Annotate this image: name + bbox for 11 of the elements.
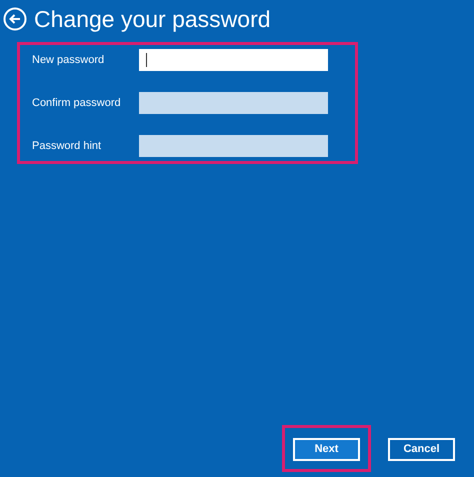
dialog-button[interactable]: Cancel <box>388 438 455 461</box>
input-field[interactable] <box>139 92 328 114</box>
dialog-button[interactable]: Next <box>293 438 360 461</box>
text-cursor <box>146 53 147 67</box>
field-label: Confirm password <box>32 96 122 111</box>
input-field[interactable] <box>139 135 328 157</box>
field-label: Password hint <box>32 138 102 154</box>
page-title: Change your password <box>34 8 271 30</box>
back-icon[interactable] <box>3 7 27 31</box>
field-label: New password <box>32 52 106 68</box>
input-field[interactable] <box>139 49 328 71</box>
